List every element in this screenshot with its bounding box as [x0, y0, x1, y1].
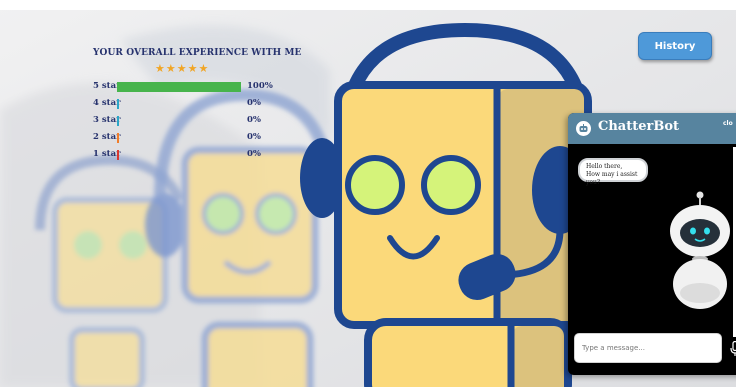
rating-bar-fill — [117, 116, 119, 126]
greeting-line-1: Hello there, — [586, 163, 623, 170]
rating-row-5: 5 star 100% — [93, 78, 283, 95]
close-button[interactable]: clo — [723, 120, 733, 127]
greeting-line-2: How may i assist you? — [586, 171, 638, 186]
top-band — [0, 0, 736, 10]
message-input[interactable] — [574, 333, 722, 363]
rating-row-percent: 0% — [247, 132, 261, 142]
rating-bar-fill — [117, 99, 119, 109]
experience-rating-panel: YOUR OVERALL EXPERIENCE WITH ME ★★★★★ 5 … — [93, 48, 302, 163]
rating-bar-fill — [117, 150, 119, 160]
rating-row-percent: 100% — [247, 81, 273, 91]
rating-row-1: 1 star 0% — [93, 146, 283, 163]
bot-greeting-message: Hello there, How may i assist you? — [578, 158, 648, 186]
star-rating-icon: ★★★★★ — [155, 62, 210, 75]
rating-bar — [117, 150, 241, 160]
chatbot-widget: ChatterBot clo Hello there, How may i as… — [568, 113, 736, 375]
rating-bar-fill — [117, 133, 119, 143]
rating-bar — [117, 99, 241, 109]
chatbot-title: ChatterBot — [598, 119, 680, 134]
rating-bar — [117, 116, 241, 126]
rating-bar — [117, 82, 241, 92]
rating-row-percent: 0% — [247, 115, 261, 125]
rating-row-percent: 0% — [247, 149, 261, 159]
page-background: YOUR OVERALL EXPERIENCE WITH ME ★★★★★ 5 … — [0, 0, 736, 387]
history-button[interactable]: History — [638, 32, 712, 60]
rating-title: YOUR OVERALL EXPERIENCE WITH ME — [93, 48, 302, 58]
microphone-icon[interactable] — [730, 341, 736, 357]
rating-bar-fill — [117, 82, 241, 92]
rating-row-4: 4 star 0% — [93, 95, 283, 112]
bot-logo-icon — [576, 121, 591, 136]
chatbot-header: ChatterBot clo — [568, 113, 736, 144]
rating-row-percent: 0% — [247, 98, 261, 108]
rating-bar — [117, 133, 241, 143]
rating-row-2: 2 star 0% — [93, 129, 283, 146]
rating-row-3: 3 star 0% — [93, 112, 283, 129]
robot-mascot-icon — [670, 191, 730, 309]
message-input-row — [574, 333, 736, 365]
